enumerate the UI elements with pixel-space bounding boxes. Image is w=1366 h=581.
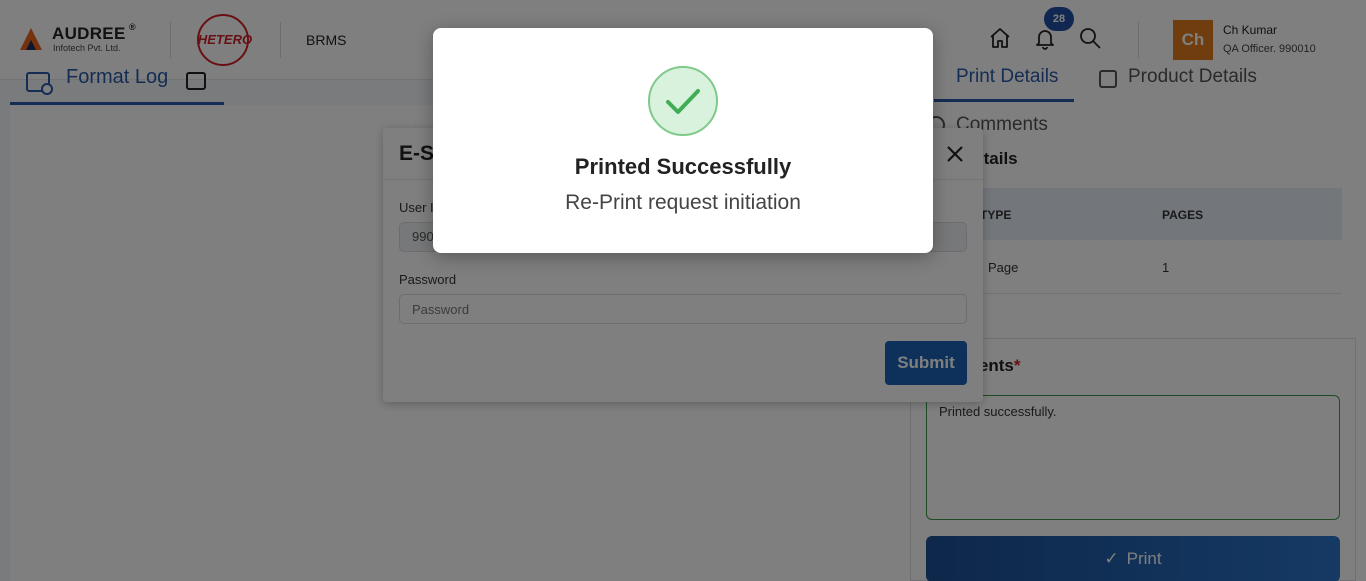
success-title: Printed Successfully: [574, 154, 792, 179]
check-circle-icon: [648, 66, 718, 136]
checkmark-icon: [666, 89, 700, 114]
success-message: Re-Print request initiation: [565, 191, 801, 214]
success-dialog: Printed Successfully Re-Print request in…: [433, 28, 933, 253]
